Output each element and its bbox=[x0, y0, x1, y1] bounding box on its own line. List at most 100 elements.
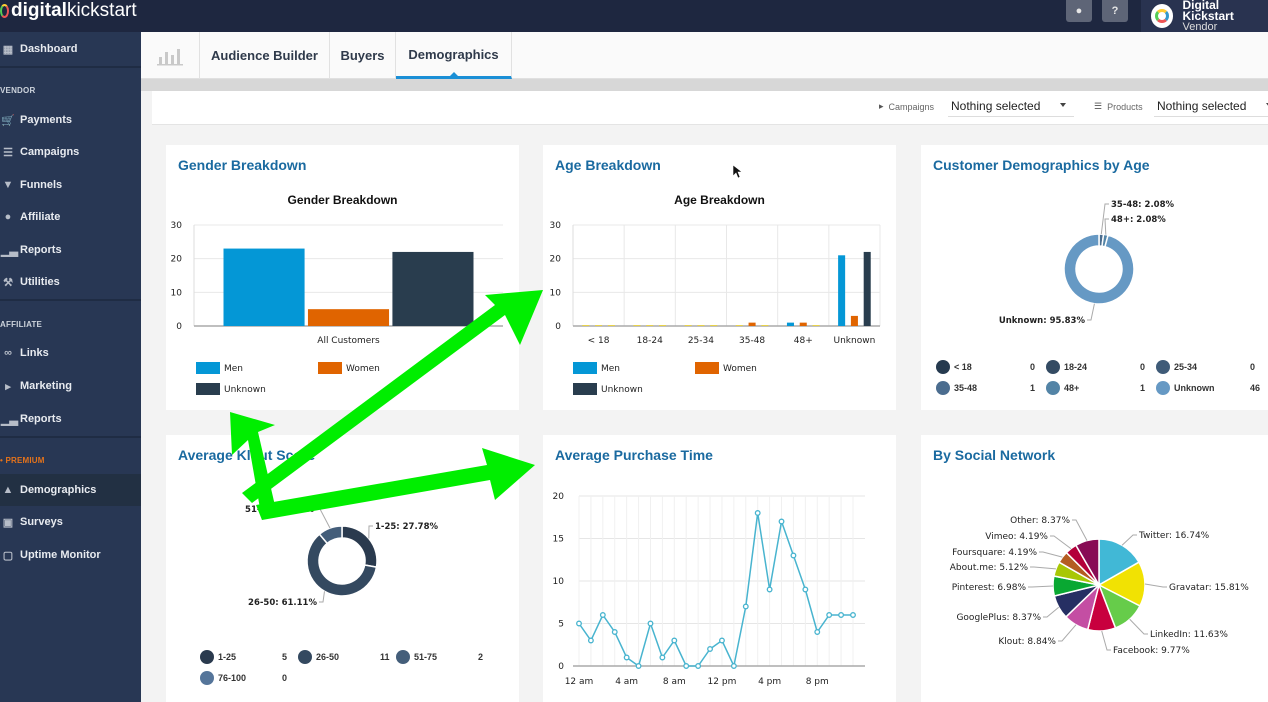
account-role: Vendor bbox=[1182, 20, 1218, 33]
products-select[interactable]: Nothing selected bbox=[1154, 95, 1268, 117]
legend-label: 48+ bbox=[1064, 383, 1080, 393]
data-point-11pm bbox=[850, 612, 856, 618]
sidebar-item-surveys[interactable]: ▣ Surveys bbox=[0, 507, 141, 537]
slice-125 bbox=[341, 525, 378, 568]
slice-label-connector bbox=[1144, 583, 1167, 588]
legend-swatch-women bbox=[318, 362, 342, 374]
data-point-8pm bbox=[814, 629, 821, 635]
data-point-5pm bbox=[778, 518, 785, 525]
slice-label: Pinterest: 6.98% bbox=[952, 583, 1027, 593]
tab-demographics[interactable]: Demographics bbox=[396, 32, 512, 79]
list-icon: ☰ bbox=[3, 146, 13, 159]
legend-value: 0 bbox=[1030, 362, 1036, 372]
slice-label-connector bbox=[316, 508, 331, 529]
logo[interactable]: digital kickstart bbox=[0, 0, 137, 22]
legend-item[interactable]: 1-25 bbox=[200, 650, 236, 664]
legend-dot bbox=[1046, 360, 1060, 374]
slice-label: Klout: 8.84% bbox=[998, 637, 1056, 647]
sidebar-item-dashboard[interactable]: ▦ Dashboard bbox=[0, 34, 141, 64]
sidebar-item-links[interactable]: ∞ Links bbox=[0, 338, 141, 368]
tab-bar: Audience Builder Buyers Demographics bbox=[141, 32, 1268, 79]
sidebar-item-funnels[interactable]: ▼ Funnels bbox=[0, 170, 141, 200]
y-tick-label: 15 bbox=[553, 535, 564, 545]
legend-item[interactable]: 76-100 bbox=[200, 671, 246, 685]
gender-bar-chart: 0 10 20 30 All Customers Men Women Unknown bbox=[171, 221, 503, 395]
data-point-10pm bbox=[838, 612, 845, 618]
sidebar-item-campaigns[interactable]: ☰ Campaigns bbox=[0, 137, 141, 167]
sidebar-item-affiliate-reports[interactable]: ▁▃ Reports bbox=[0, 404, 141, 434]
sidebar-item-marketing[interactable]: ▸ Marketing bbox=[0, 371, 141, 401]
data-point-4am bbox=[623, 654, 630, 661]
grid-icon: ▦ bbox=[2, 43, 14, 56]
tab-audience-builder[interactable]: Audience Builder bbox=[200, 32, 330, 79]
megaphone-icon: ▸ bbox=[5, 380, 11, 393]
sidebar-item-demographics[interactable]: ▲ Demographics bbox=[0, 474, 141, 506]
legend-label-women: Women bbox=[723, 364, 757, 374]
slice-label-connector bbox=[1087, 303, 1095, 321]
slice-label-connector bbox=[319, 591, 325, 603]
bar-men-unknown bbox=[838, 255, 846, 326]
section-heading-affiliate: AFFILIATE bbox=[0, 320, 43, 329]
legend-item[interactable]: 35-48 bbox=[936, 381, 977, 395]
legend-label: 1-25 bbox=[218, 652, 237, 662]
y-tick-label: 30 bbox=[550, 221, 562, 231]
legend-item[interactable]: < 18 bbox=[936, 360, 972, 374]
logo-text-light: kickstart bbox=[66, 0, 137, 21]
x-tick-label: All Customers bbox=[317, 336, 380, 346]
sidebar-item-affiliate[interactable]: ● Affiliate bbox=[0, 202, 141, 232]
legend-value: 46 bbox=[1250, 383, 1261, 393]
legend-item[interactable]: 18-24 bbox=[1046, 360, 1087, 374]
y-tick-label: 5 bbox=[558, 620, 564, 630]
area-chart-icon: ▲ bbox=[2, 484, 14, 496]
slice-label-connector bbox=[1043, 606, 1060, 618]
average-purchase-time-card: Average Purchase Time 0 5 10 15 20 12 am 4 am 8… bbox=[543, 435, 896, 702]
legend-dot bbox=[200, 650, 214, 664]
megaphone-icon: ▸ bbox=[879, 101, 884, 111]
legend-item[interactable]: 26-50 bbox=[298, 650, 339, 664]
data-point-2pm bbox=[742, 603, 749, 610]
slice-label: Other: 8.37% bbox=[1010, 516, 1070, 526]
legend-dot bbox=[1156, 360, 1170, 374]
bar-women-allcustomers bbox=[307, 309, 390, 326]
age-bar-chart: 0 10 20 30 < 18 18-24 25-34 35-48 48+ Unknown Men W… bbox=[550, 221, 881, 395]
data-point-7pm bbox=[802, 586, 809, 593]
legend-label: 18-24 bbox=[1064, 362, 1088, 372]
section-heading-premium: • PREMIUM bbox=[0, 456, 45, 465]
y-tick-label: 20 bbox=[171, 255, 183, 265]
user-icon: ● bbox=[1075, 5, 1083, 17]
account-menu[interactable]: Digital Kickstart Vendor bbox=[1141, 0, 1268, 32]
bar-women-48 bbox=[799, 322, 807, 326]
sidebar-item-utilities[interactable]: ⚒ Utilities bbox=[0, 267, 141, 297]
bar-chart-icon: ▁▃ bbox=[1, 413, 18, 426]
tab-buyers[interactable]: Buyers bbox=[330, 32, 396, 79]
slice-label-connector bbox=[368, 525, 373, 539]
slice-label: Vimeo: 4.19% bbox=[985, 532, 1048, 542]
x-tick-label: 18-24 bbox=[637, 336, 663, 346]
legend-item[interactable]: 51-75 bbox=[396, 650, 437, 664]
sidebar-item-uptime-monitor[interactable]: ▢ Uptime Monitor bbox=[0, 540, 141, 570]
slice-unknown bbox=[1063, 233, 1135, 305]
slice-label: LinkedIn: 11.63% bbox=[1150, 630, 1228, 640]
legend-item[interactable]: 48+ bbox=[1046, 381, 1079, 395]
legend-item[interactable]: Unknown bbox=[1156, 381, 1215, 395]
bar-unknown-1824 bbox=[659, 325, 667, 326]
sidebar-item-label: Campaigns bbox=[20, 146, 80, 158]
y-tick-label: 0 bbox=[176, 322, 182, 332]
series-line bbox=[578, 512, 853, 669]
sidebar-item-payments[interactable]: 🛒 Payments bbox=[0, 105, 141, 135]
help-button[interactable]: ? bbox=[1102, 0, 1128, 22]
legend-item[interactable]: 25-34 bbox=[1156, 360, 1197, 374]
legend-label: Unknown bbox=[1174, 383, 1215, 393]
data-point-12am bbox=[576, 620, 582, 627]
mouse-cursor-icon bbox=[733, 165, 743, 179]
data-point-10am bbox=[695, 663, 702, 669]
sidebar-item-label: Payments bbox=[20, 114, 72, 126]
account-name: Digital Kickstart bbox=[1182, 0, 1234, 23]
sidebar-item-reports[interactable]: ▁▃ Reports bbox=[0, 235, 141, 265]
user-button[interactable]: ● bbox=[1066, 0, 1092, 22]
campaigns-select[interactable]: Nothing selected bbox=[948, 95, 1074, 117]
data-point-9am bbox=[683, 663, 690, 669]
analytics-icon-tab[interactable] bbox=[141, 32, 200, 79]
legend-label: 25-34 bbox=[1174, 362, 1198, 372]
sidebar-item-label: Links bbox=[20, 347, 49, 359]
